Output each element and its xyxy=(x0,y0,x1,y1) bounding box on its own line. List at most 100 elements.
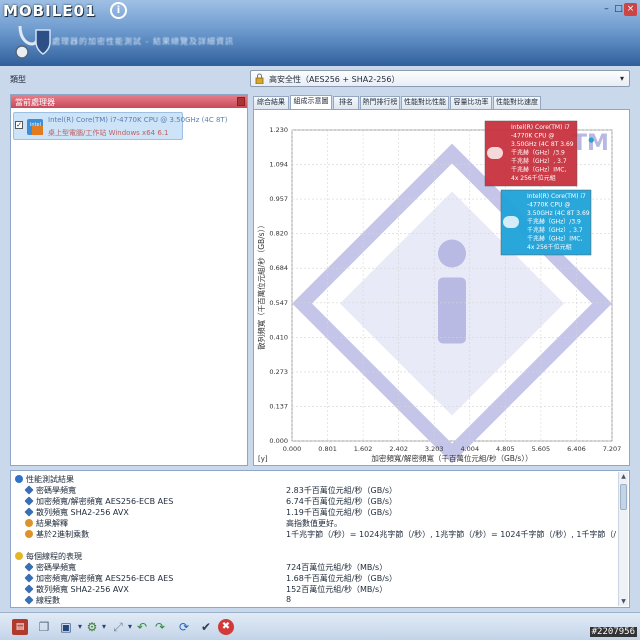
pane-toggle-button[interactable] xyxy=(237,97,245,106)
result-name: 每個線程的表現 xyxy=(26,552,82,561)
y-tick-label: 1.230 xyxy=(269,126,288,134)
app-logo: MOBILE01 xyxy=(3,2,97,20)
gem-icon xyxy=(24,507,34,517)
x-tick-label: 3.203 xyxy=(425,445,444,453)
back-arrow-icon[interactable]: ↶ xyxy=(134,619,150,635)
results-scrollbar[interactable]: ▲ ▼ xyxy=(618,472,628,606)
scroll-down-icon[interactable]: ▼ xyxy=(619,597,628,606)
tooltip-line: Intel(R) Core(TM) i7 xyxy=(527,193,586,200)
result-row[interactable]: 密碼學頻寬 724百萬位元組/秒（MB/s） xyxy=(11,562,616,573)
processor-system: 桌上型電腦/工作站 Windows x64 6.1 xyxy=(48,129,169,137)
result-value: 2.83千百萬位元組/秒（GB/s） xyxy=(286,486,398,495)
window-subtitle: 處理器的加密性能測試 - 結果總覽及詳細資訊 xyxy=(52,37,234,46)
result-name: 散列頻寬 SHA2-256 AVX xyxy=(36,508,129,517)
tooltip-intel-icon xyxy=(503,216,519,228)
scatter-chart: TM 0.000 0.801 1.602 2.402 3.203 4.004 4.805 5.6… xyxy=(256,120,621,464)
y-tick-label: 0.410 xyxy=(269,333,288,341)
copy-icon[interactable]: ❐ xyxy=(36,619,52,635)
result-value: 724百萬位元組/秒（MB/s） xyxy=(286,563,388,572)
result-row[interactable]: 加密頻寬/解密頻寬 AES256-ECB AES 1.68千百萬位元組/秒（GB/… xyxy=(11,573,616,584)
y-axis-label: 散列頻寬（千百萬位元組/秒（GB/s）） xyxy=(256,221,266,350)
processor-checkbox[interactable]: ✓ xyxy=(15,121,23,129)
scroll-up-icon[interactable]: ▲ xyxy=(619,472,628,481)
logo-dot xyxy=(438,239,466,268)
result-value: 8 xyxy=(286,595,292,604)
axis-corner-label: [y] xyxy=(258,455,268,463)
tooltip-line: 千兆赫（GHz）/3.9 xyxy=(527,218,581,226)
result-value: 1.19千百萬位元組/秒（GB/s） xyxy=(286,508,398,517)
result-value: 6.74千百萬位元組/秒（GB/s） xyxy=(286,497,398,506)
result-row[interactable]: 結果解釋 高指數值更好。 xyxy=(11,518,616,529)
tooltip-line: 千兆赫（GHz）IMC, xyxy=(511,166,566,174)
ok-check-icon[interactable]: ✔ xyxy=(198,619,214,635)
chevron-down-icon: ▾ xyxy=(619,74,624,83)
title-bar: MOBILE01 i – □ × 處理器的加密性能測試 - 結果總覽及詳細資訊 xyxy=(0,0,640,66)
report-icon[interactable]: ▤ xyxy=(12,619,28,635)
close-button[interactable]: × xyxy=(624,3,637,16)
logo-stem xyxy=(438,277,466,344)
y-tick-label: 0.820 xyxy=(269,230,288,238)
result-name: 結果解釋 xyxy=(36,519,68,528)
benchmark-select[interactable]: 高安全性（AES256 + SHA2-256） ▾ xyxy=(250,70,630,87)
result-row[interactable]: 基於2進制乘數 1千兆字節（/秒）= 1024兆字節（/秒）, 1兆字節（/秒）=… xyxy=(11,529,616,540)
result-row[interactable]: 性能測試結果 xyxy=(11,474,616,485)
result-row[interactable]: 線程數 8 xyxy=(11,595,616,606)
result-name: 基於2進制乘數 xyxy=(36,530,90,539)
y-tick-label: 0.547 xyxy=(269,299,288,307)
y-tick-label: 0.273 xyxy=(269,368,288,376)
tab-2[interactable]: 排名 xyxy=(333,96,359,109)
processor-name: Intel(R) Core(TM) i7-4770K CPU @ 3.50GHz… xyxy=(48,116,228,124)
result-name: 密碼學頻寬 xyxy=(36,563,76,572)
result-row[interactable]: 散列頻寬 SHA2-256 AVX 152百萬位元組/秒（MB/s） xyxy=(11,584,616,595)
type-label: 類型 xyxy=(10,75,26,84)
x-tick-label: 4.805 xyxy=(496,445,515,453)
result-row[interactable] xyxy=(11,540,616,551)
bulb-icon xyxy=(25,530,33,538)
scroll-thumb[interactable] xyxy=(620,484,627,510)
tab-3[interactable]: 熱門排行榜 xyxy=(360,96,400,109)
tab-5[interactable]: 容量比功率 xyxy=(450,96,492,109)
tooltip-line: 4x 256千位元組 xyxy=(527,243,572,251)
forward-arrow-icon[interactable]: ↷ xyxy=(152,619,168,635)
tooltip-intel-icon xyxy=(487,147,503,159)
info-icon xyxy=(15,475,23,483)
result-value: 1千兆字節（/秒）= 1024兆字節（/秒）, 1兆字節（/秒）= 1024千字… xyxy=(286,530,616,539)
processor-list-header: 當前處理器 xyxy=(11,95,247,108)
refresh-icon[interactable]: ⟳ xyxy=(176,619,192,635)
x-tick-label: 2.402 xyxy=(389,445,408,453)
data-point xyxy=(588,137,594,143)
tab-1[interactable]: 組成示意圖 xyxy=(290,95,332,109)
tooltip-line: 3.50GHz (4C 8T 3.69 xyxy=(511,141,574,148)
result-row[interactable]: 密碼學頻寬 2.83千百萬位元組/秒（GB/s） xyxy=(11,485,616,496)
tooltip-line: 3.50GHz (4C 8T 3.69 xyxy=(527,210,590,217)
result-row[interactable]: 加密頻寬/解密頻寬 AES256-ECB AES 6.74千百萬位元組/秒（GB/… xyxy=(11,496,616,507)
bulb-icon xyxy=(25,519,33,527)
result-name: 線程數 xyxy=(36,596,60,605)
tab-0[interactable]: 綜合結果 xyxy=(253,96,289,109)
result-value: 152百萬位元組/秒（MB/s） xyxy=(286,585,388,594)
tab-6[interactable]: 性能對比速度 xyxy=(493,96,541,109)
x-tick-label: 1.602 xyxy=(354,445,373,453)
tab-4[interactable]: 性能對比性能 xyxy=(401,96,449,109)
cancel-icon[interactable]: ✖ xyxy=(218,619,234,635)
y-tick-label: 0.957 xyxy=(269,195,288,203)
y-tick-label: 0.137 xyxy=(269,402,288,410)
gem-icon xyxy=(24,562,34,572)
intel-cpu-icon: intel xyxy=(27,119,43,135)
gem-icon xyxy=(24,595,34,605)
processor-list-header-label: 當前處理器 xyxy=(15,98,55,107)
tooltip-line: -4770K CPU @ xyxy=(511,133,554,140)
result-name: 性能測試結果 xyxy=(26,475,74,484)
result-value: 1.68千百萬位元組/秒（GB/s） xyxy=(286,574,398,583)
tooltip-line: -4770K CPU @ xyxy=(527,202,570,209)
tooltip-line: 千兆赫（GHz）/3.9 xyxy=(511,149,565,157)
x-tick-label: 0.801 xyxy=(318,445,337,453)
benchmark-select-value: 高安全性（AES256 + SHA2-256） xyxy=(269,75,400,84)
result-row[interactable]: 每個線程的表現 xyxy=(11,551,616,562)
x-tick-label: 4.004 xyxy=(460,445,479,453)
x-tick-label: 6.406 xyxy=(567,445,586,453)
watermark-text: #2207956 xyxy=(589,627,637,637)
bottom-toolbar: ▤ ❐ ▣ ▾ ⚙ ▾ ⤢ ▾ ↶ ↷ ⟳ ✔ ✖ #2207956 xyxy=(0,612,640,640)
processor-list-item[interactable]: ✓ intel Intel(R) Core(TM) i7-4770K CPU @… xyxy=(13,112,227,140)
result-row[interactable]: 散列頻寬 SHA2-256 AVX 1.19千百萬位元組/秒（GB/s） xyxy=(11,507,616,518)
